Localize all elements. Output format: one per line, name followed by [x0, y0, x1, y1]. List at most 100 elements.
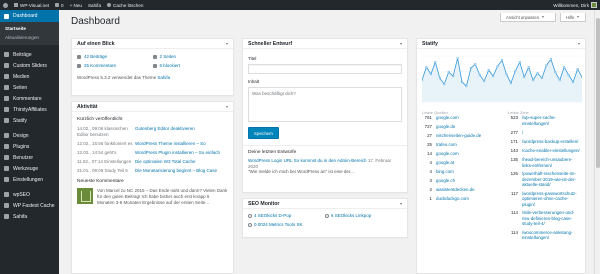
chart-point [509, 81, 513, 85]
sidebar-item-dashboard[interactable]: Dashboard [0, 10, 59, 22]
activity-post-link[interactable]: Die Monetarisierung beginnt – Blog Case [135, 168, 228, 174]
sidebar-item-comments[interactable]: Kommentare [0, 93, 59, 104]
list-item: 3 google.ch [422, 178, 508, 184]
stat-link[interactable]: wasistentdecken.de [436, 187, 475, 193]
widget-header[interactable]: SEO Monitor [243, 199, 407, 209]
stat-link[interactable]: duckduckgo.com [436, 196, 469, 202]
sidebar-item-design[interactable]: Design [0, 130, 59, 141]
stat-link[interactable]: trafeo.com [436, 142, 457, 148]
seo-metric-linkpop[interactable]: 6 SEOkicks Linkpop [325, 213, 402, 218]
sidebar-item-wp-fastest-cache[interactable]: WP Fastest Cache [0, 200, 59, 211]
activity-post-link[interactable]: WordPress Plugin installieren – So einfa… [135, 150, 228, 156]
stat-link[interactable]: /wp-super-cache-einstellungen/ [522, 115, 580, 127]
stat-link[interactable]: /woocommerce-anleitung-einstellungen/ [522, 230, 580, 241]
cache-clear-link[interactable]: Cache löschen [104, 0, 146, 10]
pages-count-link[interactable]: 2 Seiten [152, 54, 229, 59]
chart-point [474, 63, 477, 66]
metric-icon [248, 213, 252, 218]
activity-post-link[interactable]: Gutenberg Editor deaktivieren [135, 126, 228, 138]
list-item: 27 nischenseiten-guide.de [422, 133, 508, 139]
site-name-link[interactable]: WP-Visual.net [11, 0, 52, 10]
stat-link[interactable]: /wordpress-passwortschutz-optimieren-ohn… [522, 191, 580, 208]
wordpress-logo-icon [3, 2, 8, 8]
activity-post-link[interactable]: Die optimalen W3 Total Cache [135, 159, 228, 165]
seo-metric-dpop[interactable]: 4 SEOkicks D-Pop [248, 213, 325, 218]
draft-link[interactable]: WordPress Login URL So kommst du in den … [248, 158, 367, 163]
sidebar-item-pages[interactable]: Seiten [0, 82, 59, 93]
toggle-icon[interactable] [578, 43, 580, 45]
sidebar-item-posts[interactable]: Beiträge [0, 49, 59, 60]
chart-point [460, 80, 464, 84]
comments-link[interactable]: 0 [52, 0, 67, 10]
visit-count: 126 [510, 171, 518, 176]
stat-link[interactable]: google.com [436, 115, 459, 121]
stat-link[interactable]: bing.com [436, 169, 454, 175]
visit-count: 1 [429, 196, 432, 201]
stat-link[interactable]: /powerhaft-nischenseite-im-dezember-2019… [522, 171, 580, 188]
wordpress-logo-menu[interactable] [0, 0, 11, 10]
posts-count-link[interactable]: 42 Beiträge [77, 54, 153, 59]
visit-count: 25 [427, 142, 432, 147]
stat-link[interactable]: google.ch [436, 178, 455, 184]
draft-content-textarea[interactable]: Was beschäftigt dich? [248, 87, 402, 122]
stat-link[interactable]: /stile-verbesserungen-und-neu-definieren… [522, 210, 580, 227]
stat-link[interactable]: google.com [436, 151, 459, 157]
toggle-icon[interactable] [400, 203, 402, 205]
pin-icon [4, 52, 9, 57]
chart-point [429, 72, 433, 76]
seo-metric-sk[interactable]: 0.0024 Metrics Tools SK [248, 222, 325, 227]
theme-link[interactable]: Sahifa [157, 75, 170, 80]
sidebar-item-settings[interactable]: Einstellungen [0, 174, 59, 185]
sidebar-item-thirstyaffiliates[interactable]: ThirstyAffiliates [0, 104, 59, 115]
page-scrollbar[interactable] [594, 10, 600, 274]
stat-link[interactable]: / [522, 130, 523, 136]
new-content-menu[interactable]: + Neu [67, 0, 85, 10]
sidebar-item-sahifa[interactable]: Sahifa [0, 211, 59, 222]
save-draft-button[interactable]: Speichern [248, 127, 279, 139]
user-icon [4, 155, 9, 160]
sidebar-item-label: Einstellungen [13, 176, 44, 183]
page-icon [4, 85, 9, 90]
chart-point [536, 71, 539, 75]
comment-text[interactable]: Von Marcel zu NC 2015 – Das Ende naht un… [97, 188, 228, 205]
comments-count-link[interactable]: 25 Kommentare [77, 63, 153, 68]
wordpress-version-text: WordPress 5.3.2 verwendet das Theme Sahi… [77, 75, 228, 80]
activity-post-link[interactable]: WordPress Theme installieren – So [135, 141, 228, 147]
help-button[interactable]: Hilfe [560, 13, 586, 22]
settings-icon [4, 177, 9, 182]
stat-link[interactable]: google.at [436, 160, 454, 166]
user-account-menu[interactable]: Willkommen, Dirk [550, 0, 600, 10]
stat-link[interactable]: /wordpress-backup-erstellen/ [522, 139, 578, 145]
widget-header[interactable]: Aktivität [72, 102, 233, 112]
sidebar-item-custom-sliders[interactable]: Custom Sliders [0, 60, 59, 71]
stat-link[interactable]: google.de [436, 124, 455, 130]
sidebar-item-wpseo[interactable]: wpSEO [0, 189, 59, 200]
stat-link[interactable]: nischenseiten-guide.de [436, 133, 481, 139]
sidebar-item-media[interactable]: Medien [0, 71, 59, 82]
toggle-icon[interactable] [226, 106, 228, 108]
toggle-icon[interactable] [400, 43, 402, 45]
widget-header[interactable]: Auf einen Blick [72, 39, 233, 49]
submenu-startseite[interactable]: Startseite [0, 24, 59, 33]
stat-link[interactable]: /cache-enabler-einstellungen/ [522, 148, 580, 154]
widget-header[interactable]: Statify [417, 39, 585, 49]
activity-widget: Aktivität Kürzlich veröffentlicht 14.02.… [71, 101, 234, 274]
scrollbar-thumb[interactable] [596, 18, 600, 168]
seo-metric-label: 4 SEOkicks D-Pop [254, 213, 292, 218]
chart-point [491, 74, 495, 78]
screen-options-button[interactable]: Ansicht anpassen [500, 13, 556, 22]
stat-link[interactable]: /head-bereich-unsaubere-links-entfernen/ [522, 157, 580, 168]
widget-header[interactable]: Schneller Entwurf [243, 39, 407, 49]
sidebar-item-plugins[interactable]: Plugins [0, 141, 59, 152]
sahifa-link[interactable]: Sahifa [85, 0, 104, 10]
submenu-aktualisierungen[interactable]: Aktualisierungen [0, 33, 59, 42]
metric-icon [325, 213, 329, 218]
blocked-count-link[interactable]: 6 blockiert [152, 63, 229, 68]
posts-count-label: 42 Beiträge [84, 54, 108, 59]
help-label: Hilfe [566, 14, 575, 20]
toggle-icon[interactable] [226, 43, 228, 45]
sidebar-item-statify[interactable]: Statify [0, 115, 59, 126]
sidebar-item-users[interactable]: Benutzer [0, 152, 59, 163]
draft-title-input[interactable] [248, 64, 402, 74]
sidebar-item-tools[interactable]: Werkzeuge [0, 163, 59, 174]
